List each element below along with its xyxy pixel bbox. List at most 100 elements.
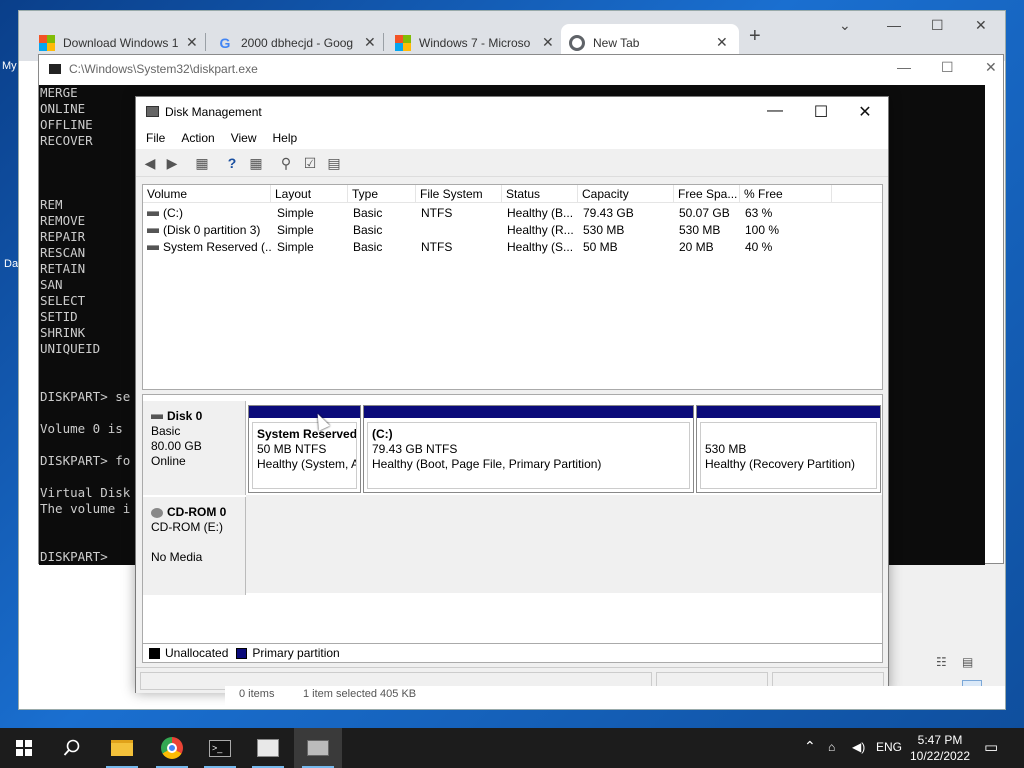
column-header-volume[interactable]: Volume: [143, 185, 271, 203]
search-button[interactable]: [48, 728, 96, 768]
desktop-icon-label[interactable]: Da: [4, 258, 18, 270]
partition-system-reserved[interactable]: System Reserved 50 MB NTFS Healthy (Syst…: [248, 405, 361, 493]
taskbar-chrome[interactable]: [148, 728, 196, 768]
partition-recovery[interactable]: 530 MB Healthy (Recovery Partition): [696, 405, 881, 493]
menu-help[interactable]: Help: [273, 131, 298, 145]
column-header-percent-free[interactable]: % Free: [740, 185, 832, 203]
input-language-indicator[interactable]: ENG: [876, 740, 902, 754]
help-icon[interactable]: ?: [224, 155, 240, 171]
cell-layout: Simple: [277, 206, 314, 220]
cdrom-0-label[interactable]: CD-ROM 0 CD-ROM (E:) No Media: [143, 497, 246, 595]
start-button[interactable]: [0, 728, 48, 768]
column-header-layout[interactable]: Layout: [271, 185, 348, 203]
check-icon[interactable]: ☑: [302, 155, 318, 171]
minimize-button[interactable]: —: [897, 59, 911, 75]
minimize-button[interactable]: —: [887, 17, 901, 33]
column-header-capacity[interactable]: Capacity: [578, 185, 674, 203]
tab-close-icon[interactable]: ✕: [716, 34, 728, 51]
management-console-icon: [257, 739, 279, 757]
cell-volume: (Disk 0 partition 3): [163, 223, 261, 237]
windows-start-icon: [16, 740, 32, 756]
cmd-title: C:\Windows\System32\diskpart.exe: [69, 62, 258, 76]
maximize-button[interactable]: ☐: [941, 59, 954, 76]
volume-icon[interactable]: ◀): [852, 740, 865, 754]
column-header-free-space[interactable]: Free Spa...: [674, 185, 740, 203]
partition-size: 50 MB NTFS: [257, 442, 327, 456]
tab-close-icon[interactable]: ✕: [186, 34, 198, 51]
google-icon: G: [219, 34, 231, 51]
primary-partition-swatch: [236, 647, 248, 659]
desktop-icon-label[interactable]: My: [2, 60, 17, 72]
menu-file[interactable]: File: [146, 131, 165, 145]
show-hide-console-tree-icon[interactable]: ▦: [194, 155, 210, 171]
cell-percent-free: 63 %: [745, 206, 773, 220]
show-hidden-icons-chevron-icon[interactable]: ⌃: [804, 738, 816, 755]
legend-unallocated: Unallocated: [165, 646, 229, 660]
primary-partition-bar: [697, 406, 880, 418]
taskbar-disk-management[interactable]: [294, 728, 342, 768]
cmd-title-bar[interactable]: C:\Windows\System32\diskpart.exe — ☐ ✕: [39, 55, 1003, 83]
windows-logo-icon: [39, 34, 55, 51]
cell-layout: Simple: [277, 223, 314, 237]
partition-name: (C:): [372, 427, 393, 441]
cell-type: Basic: [353, 206, 383, 220]
cdrom-media: No Media: [151, 550, 203, 564]
system-clock[interactable]: 5:47 PM 10/22/2022: [900, 732, 980, 764]
show-action-pane-icon[interactable]: ▦: [248, 155, 264, 171]
minimize-button[interactable]: —: [752, 102, 798, 120]
menu-bar: File Action View Help: [136, 127, 888, 149]
disk-management-icon: [146, 106, 159, 117]
primary-partition-bar: [364, 406, 693, 418]
disk-0-label[interactable]: Disk 0 Basic 80.00 GB Online: [143, 401, 246, 495]
disk-state: Online: [151, 454, 186, 468]
table-row[interactable]: System Reserved (... Simple Basic NTFS H…: [143, 239, 882, 256]
tab-close-icon[interactable]: ✕: [364, 34, 376, 51]
chevron-down-icon[interactable]: ⌄: [839, 17, 851, 34]
cdrom-drive: CD-ROM (E:): [151, 520, 223, 534]
cell-volume: (C:): [163, 206, 183, 220]
tab-title: Download Windows 1: [63, 35, 178, 50]
forward-arrow-icon[interactable]: ▶: [164, 155, 180, 171]
taskbar: >_ ⌃ ⌂ ◀) ENG 5:47 PM 10/22/2022 ▭: [0, 728, 1024, 768]
dm-title-bar[interactable]: Disk Management — ☐ ✕: [136, 97, 888, 127]
partition-size: 79.43 GB NTFS: [372, 442, 458, 456]
volume-icon: [147, 228, 159, 234]
clock-date: 10/22/2022: [909, 749, 971, 763]
maximize-button[interactable]: ☐: [798, 102, 844, 122]
dm-title: Disk Management: [165, 105, 262, 119]
disk-icon: [151, 414, 163, 419]
close-button[interactable]: ✕: [842, 102, 888, 122]
column-header-file-system[interactable]: File System: [416, 185, 502, 203]
maximize-button[interactable]: ☐: [931, 17, 944, 34]
partition-status: Healthy (Recovery Partition): [705, 457, 856, 471]
tab-title: 2000 dbhecjd - Goog: [241, 35, 354, 50]
preview-view-icon[interactable]: ▤: [962, 655, 973, 669]
details-view-icon[interactable]: ☷: [936, 655, 947, 669]
close-button[interactable]: ✕: [985, 59, 997, 76]
taskbar-computer-management[interactable]: [244, 728, 292, 768]
network-icon[interactable]: ⌂: [828, 740, 835, 754]
table-row[interactable]: (Disk 0 partition 3) Simple Basic Health…: [143, 222, 882, 239]
properties-icon[interactable]: ▤: [326, 155, 342, 171]
item-count: 0 items: [239, 688, 275, 700]
cell-percent-free: 100 %: [745, 223, 780, 237]
partition-size: 530 MB: [705, 442, 747, 456]
notification-center-icon[interactable]: ▭: [984, 738, 998, 756]
partition-c-drive[interactable]: (C:) 79.43 GB NTFS Healthy (Boot, Page F…: [363, 405, 694, 493]
cmd-icon: [49, 64, 61, 74]
cell-type: Basic: [353, 240, 383, 254]
menu-action[interactable]: Action: [181, 131, 214, 145]
cell-status: Healthy (R...: [507, 223, 574, 237]
menu-view[interactable]: View: [231, 131, 257, 145]
column-header-type[interactable]: Type: [348, 185, 416, 203]
connect-icon[interactable]: ⚲: [278, 155, 294, 171]
column-header-status[interactable]: Status: [502, 185, 578, 203]
new-tab-button[interactable]: +: [749, 25, 761, 48]
tab-close-icon[interactable]: ✕: [542, 34, 554, 51]
taskbar-file-explorer[interactable]: [98, 728, 146, 768]
table-row[interactable]: (C:) Simple Basic NTFS Healthy (B... 79.…: [143, 205, 882, 222]
close-button[interactable]: ✕: [975, 17, 987, 34]
taskbar-command-prompt[interactable]: >_: [196, 728, 244, 768]
disk-management-window: Disk Management — ☐ ✕ File Action View H…: [135, 96, 889, 693]
back-arrow-icon[interactable]: ◀: [142, 155, 158, 171]
